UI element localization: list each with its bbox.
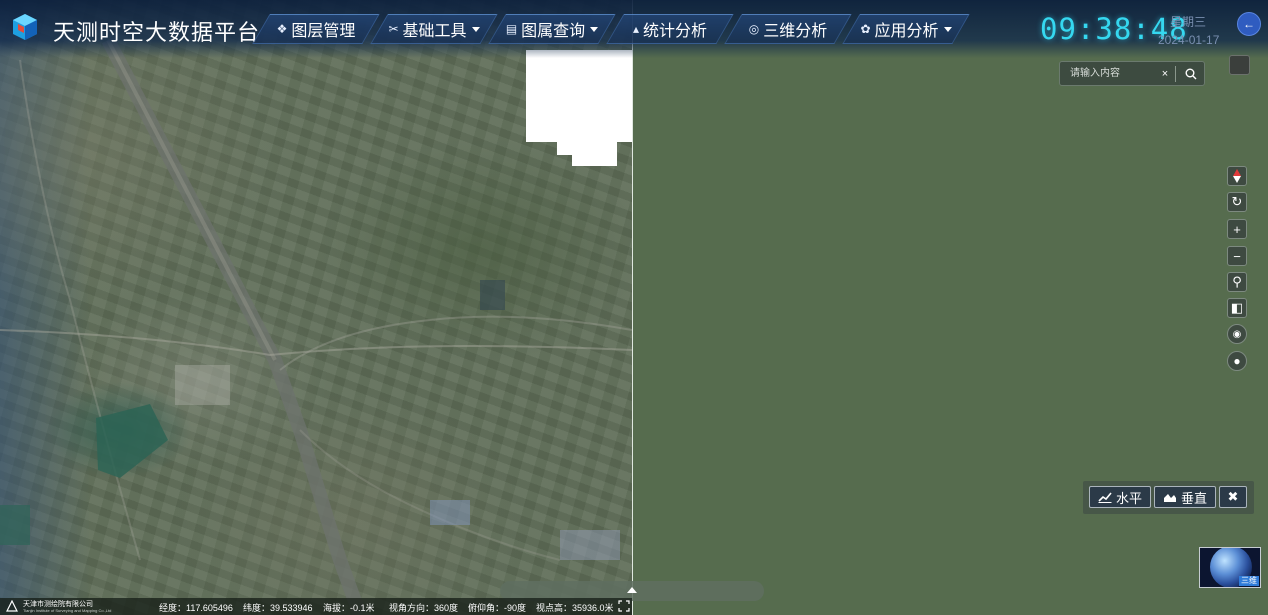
zoom-in-icon: + [1233, 221, 1241, 237]
globe-view-toggle[interactable]: 三维 [1199, 547, 1261, 588]
chevron-up-icon[interactable] [627, 587, 637, 593]
chevron-down-icon [590, 26, 599, 32]
tools-icon: ✂ [388, 22, 399, 36]
view-height-readout: 视点高：35936.0米 [536, 603, 614, 613]
search-box: × [1059, 61, 1205, 86]
layer-switch-button[interactable] [1229, 55, 1250, 75]
nav-attribute-query[interactable]: ▤ 图属查询 [491, 12, 613, 46]
arrow-left-icon: ← [1243, 17, 1255, 31]
refresh-icon: ↻ [1231, 194, 1243, 209]
missing-tile-area [526, 50, 632, 142]
satellite-map-pane[interactable] [0, 0, 632, 615]
nav-statistics[interactable]: ▴ 统计分析 [609, 12, 731, 46]
refresh-button[interactable]: ↻ [1227, 192, 1247, 212]
app-title: 天测时空大数据平台 [53, 20, 261, 45]
nav-application-analysis[interactable]: ✿ 应用分析 [845, 12, 967, 46]
zoom-out-icon: − [1233, 248, 1241, 264]
search-icon [1185, 68, 1197, 79]
back-button[interactable]: ← [1237, 12, 1261, 36]
nav-layer-management[interactable]: ❖ 图层管理 [255, 12, 377, 46]
chevron-down-icon [943, 26, 952, 32]
split-view-button[interactable]: ◧ [1227, 298, 1247, 318]
nav-label: 应用分析 [874, 23, 939, 40]
globe-button[interactable]: ● [1227, 351, 1247, 371]
weekday: 星期三 [1170, 15, 1207, 29]
globe-label: 三维 [1239, 576, 1259, 586]
nav-label: 基础工具 [402, 23, 467, 40]
globe-icon: ● [1233, 354, 1241, 368]
nav-3d-analysis[interactable]: ◎ 三维分析 [727, 12, 849, 46]
missing-tile-area [572, 153, 617, 166]
vertical-profile-button[interactable]: 垂直 [1154, 486, 1216, 508]
longitude-readout: 经度：117.605496 [159, 603, 233, 613]
locate-user-icon: ⚲ [1232, 274, 1242, 289]
statistics-icon: ▴ [632, 22, 639, 36]
horizontal-profile-button[interactable]: 水平 [1089, 486, 1151, 508]
line-chart-icon [1098, 491, 1112, 503]
chevron-down-icon [471, 26, 480, 32]
nav-basic-tools[interactable]: ✂ 基础工具 [373, 12, 495, 46]
brand-logo-icon [6, 600, 18, 612]
query-icon: ▤ [505, 22, 518, 36]
nav-label: 图属查询 [521, 23, 586, 40]
split-view-icon: ◧ [1230, 300, 1244, 315]
visibility-button[interactable]: ◉ [1227, 324, 1247, 344]
date: 2024-01-17 [1158, 33, 1220, 47]
zoom-out-button[interactable]: − [1227, 246, 1247, 266]
locate-button[interactable]: ⚲ [1227, 272, 1247, 292]
horizontal-label: 水平 [1115, 490, 1142, 506]
brand-subtitle: Tianjin Institute of Surveying and Mappi… [23, 608, 112, 613]
comparison-map-pane[interactable] [633, 0, 1268, 615]
latitude-readout: 纬度：39.533946 [243, 603, 313, 613]
vertical-label: 垂直 [1180, 490, 1207, 506]
nav-label: 统计分析 [643, 23, 708, 40]
apps-icon: ✿ [860, 22, 871, 36]
clear-icon[interactable]: × [1157, 68, 1173, 80]
main-nav: ❖ 图层管理 ✂ 基础工具 ▤ 图属查询 ▴ 统计分析 ◎ 三维分析 ✿ 应用分… [255, 12, 963, 46]
search-divider [1175, 65, 1176, 82]
pitch-readout: 俯仰角：-90度 [468, 603, 527, 613]
heading-readout: 视角方向：360度 [389, 603, 459, 613]
layers-icon: ❖ [276, 22, 288, 36]
altitude-readout: 海拔：-0.1米 [323, 603, 375, 613]
app-root: 天测时空大数据平台 ❖ 图层管理 ✂ 基础工具 ▤ 图属查询 ▴ 统计分析 ◎ [0, 0, 1268, 615]
cube-icon: ◎ [748, 22, 760, 36]
area-chart-icon [1163, 493, 1176, 502]
brand-name: 天津市测绘院有限公司 [23, 601, 93, 608]
search-input[interactable] [1060, 62, 1157, 85]
compass-button[interactable] [1227, 166, 1247, 186]
fullscreen-icon[interactable] [618, 600, 630, 612]
close-icon: ✖ [1227, 489, 1239, 504]
nav-label: 图层管理 [291, 23, 356, 40]
top-header: 天测时空大数据平台 ❖ 图层管理 ✂ 基础工具 ▤ 图属查询 ▴ 统计分析 ◎ [0, 0, 1268, 58]
eye-icon: ◉ [1232, 328, 1242, 340]
close-panel-button[interactable]: ✖ [1219, 486, 1247, 508]
zoom-in-button[interactable]: + [1227, 219, 1247, 239]
nav-label: 三维分析 [763, 23, 828, 40]
compass-icon [1233, 169, 1241, 183]
search-button[interactable] [1178, 63, 1204, 85]
platform-logo-icon [13, 14, 37, 40]
profile-panel: 水平 垂直 ✖ [1083, 481, 1254, 514]
status-bar: 天津市测绘院有限公司 Tianjin Institute of Surveyin… [0, 598, 632, 615]
